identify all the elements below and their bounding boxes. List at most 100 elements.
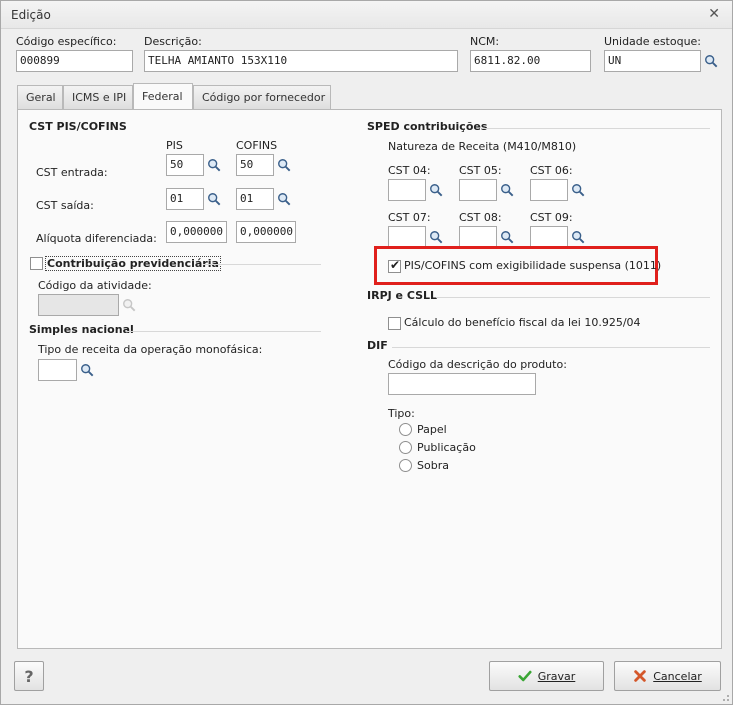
- cofins-header: COFINS: [236, 139, 278, 152]
- pis-header: PIS: [166, 139, 183, 152]
- codigo-label: Código específico:: [16, 35, 117, 48]
- x-icon: [634, 670, 647, 682]
- ncm-field[interactable]: 6811.82.00: [470, 50, 591, 72]
- unidade-lookup-button[interactable]: [700, 50, 722, 72]
- descricao-label: Descrição:: [144, 35, 202, 48]
- aliquota-pis-field[interactable]: 0,000000: [166, 221, 227, 243]
- radio-papel[interactable]: [399, 423, 412, 436]
- codigo-field[interactable]: 000899: [16, 50, 133, 72]
- magnifier-icon: [430, 231, 443, 244]
- check-icon: [518, 670, 532, 682]
- cst-saida-cofins-field[interactable]: 01: [236, 188, 274, 210]
- magnifier-icon: [501, 184, 514, 197]
- cst06-label: CST 06:: [530, 164, 573, 177]
- radio-publicacao-label[interactable]: Publicação: [417, 441, 476, 454]
- magnifier-icon: [501, 231, 514, 244]
- cst06-lookup[interactable]: [567, 179, 589, 201]
- dif-separator: [392, 347, 710, 348]
- cst08-lookup[interactable]: [496, 226, 518, 248]
- cst07-field[interactable]: [388, 226, 426, 248]
- natureza-label: Natureza de Receita (M410/M810): [388, 140, 577, 153]
- magnifier-icon: [123, 299, 136, 312]
- previdenciaria-checkbox[interactable]: [30, 257, 43, 270]
- title-bar: Edição ✕: [1, 1, 732, 29]
- cst-saida-cofins-lookup[interactable]: [273, 188, 295, 210]
- radio-papel-label[interactable]: Papel: [417, 423, 447, 436]
- question-icon: ?: [24, 666, 34, 686]
- simples-separator: [126, 331, 321, 332]
- cst09-label: CST 09:: [530, 211, 573, 224]
- magnifier-icon: [81, 364, 94, 377]
- magnifier-icon: [278, 159, 291, 172]
- cst05-label: CST 05:: [459, 164, 502, 177]
- cst-entrada-label: CST entrada:: [36, 166, 108, 179]
- sped-separator: [482, 128, 710, 129]
- beneficio-label[interactable]: Cálculo do benefício fiscal da lei 10.92…: [404, 316, 641, 329]
- tab-codigo-fornecedor[interactable]: Código por fornecedor: [193, 85, 331, 109]
- dif-codigo-label: Código da descrição do produto:: [388, 358, 567, 371]
- irpj-section-title: IRPJ e CSLL: [367, 289, 438, 302]
- exigibilidade-label[interactable]: PIS/COFINS com exigibilidade suspensa (1…: [404, 259, 661, 272]
- aliquota-cofins-field[interactable]: 0,000000: [236, 221, 296, 243]
- tab-federal[interactable]: Federal: [133, 83, 193, 109]
- previdenciaria-separator: [203, 264, 321, 265]
- cst07-lookup[interactable]: [425, 226, 447, 248]
- radio-sobra-label[interactable]: Sobra: [417, 459, 449, 472]
- cst07-label: CST 07:: [388, 211, 431, 224]
- cst06-field[interactable]: [530, 179, 568, 201]
- magnifier-icon: [278, 193, 291, 206]
- cancelar-button[interactable]: Cancelar: [614, 661, 721, 691]
- cst05-lookup[interactable]: [496, 179, 518, 201]
- cst09-field[interactable]: [530, 226, 568, 248]
- atividade-field: [38, 294, 119, 316]
- tipo-receita-lookup[interactable]: [76, 359, 98, 381]
- atividade-lookup: [118, 294, 140, 316]
- tab-geral[interactable]: Geral: [17, 85, 63, 109]
- magnifier-icon: [430, 184, 443, 197]
- cst-saida-pis-field[interactable]: 01: [166, 188, 204, 210]
- check-mark-icon: ✔: [390, 258, 401, 272]
- cst-entrada-cofins-lookup[interactable]: [273, 154, 295, 176]
- irpj-separator: [436, 297, 710, 298]
- cancelar-label: Cancelar: [653, 669, 702, 683]
- gravar-label: Gravar: [537, 669, 576, 683]
- cst-entrada-pis-field[interactable]: 50: [166, 154, 204, 176]
- unidade-label: Unidade estoque:: [604, 35, 702, 48]
- help-button[interactable]: ?: [14, 661, 44, 691]
- cst-entrada-pis-lookup[interactable]: [203, 154, 225, 176]
- radio-sobra[interactable]: [399, 459, 412, 472]
- descricao-field[interactable]: TELHA AMIANTO 153X110: [144, 50, 458, 72]
- beneficio-checkbox[interactable]: [388, 317, 401, 330]
- unidade-field[interactable]: UN: [604, 50, 701, 72]
- cst04-lookup[interactable]: [425, 179, 447, 201]
- previdenciaria-label[interactable]: Contribuição previdenciária: [45, 256, 221, 271]
- cst08-label: CST 08:: [459, 211, 502, 224]
- cst08-field[interactable]: [459, 226, 497, 248]
- tipo-receita-label: Tipo de receita da operação monofásica:: [38, 343, 263, 356]
- magnifier-icon: [705, 55, 718, 68]
- cst05-field[interactable]: [459, 179, 497, 201]
- close-icon[interactable]: ✕: [708, 6, 720, 22]
- cst-saida-label: CST saída:: [36, 199, 94, 212]
- sped-section-title: SPED contribuições: [367, 120, 488, 133]
- radio-publicacao[interactable]: [399, 441, 412, 454]
- tab-icms-ipi[interactable]: ICMS e IPI: [63, 85, 133, 109]
- window-title: Edição: [11, 8, 51, 22]
- cst-saida-pis-lookup[interactable]: [203, 188, 225, 210]
- tipo-receita-field[interactable]: [38, 359, 77, 381]
- magnifier-icon: [572, 231, 585, 244]
- ncm-label: NCM:: [470, 35, 500, 48]
- cst-entrada-cofins-field[interactable]: 50: [236, 154, 274, 176]
- resize-grip-icon[interactable]: [720, 692, 730, 702]
- gravar-button[interactable]: Gravar: [489, 661, 604, 691]
- dif-section-title: DIF: [367, 339, 388, 352]
- cst09-lookup[interactable]: [567, 226, 589, 248]
- cst-section-title: CST PIS/COFINS: [29, 120, 127, 133]
- dif-tipo-label: Tipo:: [388, 407, 415, 420]
- atividade-label: Código da atividade:: [38, 279, 152, 292]
- magnifier-icon: [208, 193, 221, 206]
- exigibilidade-checkbox[interactable]: ✔: [388, 258, 401, 273]
- cst04-label: CST 04:: [388, 164, 431, 177]
- cst04-field[interactable]: [388, 179, 426, 201]
- dif-codigo-field[interactable]: [388, 373, 536, 395]
